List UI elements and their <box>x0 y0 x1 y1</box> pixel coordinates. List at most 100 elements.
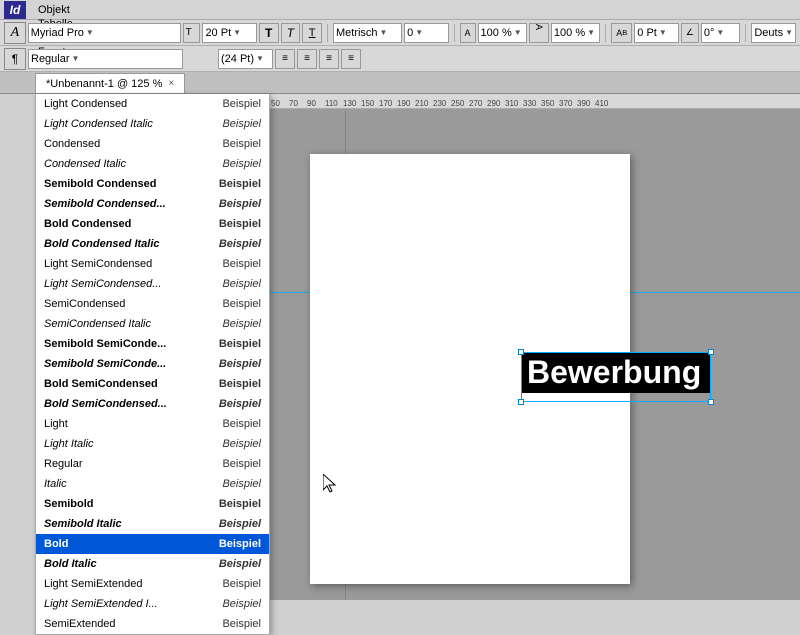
font-list-item-sample: Beispiel <box>201 198 261 210</box>
font-size-dropdown[interactable]: 20 Pt ▼ <box>202 23 256 43</box>
size2-dropdown[interactable]: (24 Pt) ▼ <box>218 49 273 69</box>
font-list-item[interactable]: Semibold CondensedBeispiel <box>36 174 269 194</box>
canvas-area[interactable]: 3050709011013015017019021023025027029031… <box>235 94 800 600</box>
menu-bar: Id DateiBearbeitenLayoutSchriftObjektTab… <box>0 0 800 20</box>
font-list-item[interactable]: Semibold SemiConde...Beispiel <box>36 334 269 354</box>
font-list-item[interactable]: RegularBeispiel <box>36 454 269 474</box>
handle-tl[interactable] <box>518 349 524 355</box>
angle-arrow: ▼ <box>716 28 724 37</box>
paragraph-tool-icon[interactable]: ¶ <box>4 48 26 70</box>
font-list-item-name: Light Condensed Italic <box>44 118 201 130</box>
font-list-item-sample: Beispiel <box>201 118 261 130</box>
text-frame-border <box>521 352 711 402</box>
scale2-dropdown[interactable]: 100 % ▼ <box>551 23 600 43</box>
scale-a-icon[interactable]: A <box>460 23 476 43</box>
lang-value: Deuts <box>754 27 783 39</box>
style-btn-2[interactable]: T <box>281 23 301 43</box>
font-list-item[interactable]: SemiboldBeispiel <box>36 494 269 514</box>
align-justify-btn[interactable]: ≡ <box>341 49 361 69</box>
font-list-item[interactable]: Condensed ItalicBeispiel <box>36 154 269 174</box>
menu-item-objekt[interactable]: Objekt <box>32 3 97 17</box>
font-list-item[interactable]: CondensedBeispiel <box>36 134 269 154</box>
font-list-item[interactable]: Semibold Condensed...Beispiel <box>36 194 269 214</box>
font-list-item[interactable]: Light SemiExtended I...Beispiel <box>36 594 269 614</box>
tab-close-btn[interactable]: × <box>168 78 174 89</box>
handle-tr[interactable] <box>708 349 714 355</box>
font-list-item[interactable]: SemiCondensedBeispiel <box>36 294 269 314</box>
font-list-item-name: Semibold <box>44 498 201 510</box>
font-list-item[interactable]: Bold ItalicBeispiel <box>36 554 269 574</box>
kern-value: 0 <box>407 27 413 39</box>
font-list-item[interactable]: Bold SemiCondensed...Beispiel <box>36 394 269 414</box>
toolbar-row-2: ¶ Regular ▼ (24 Pt) ▼ ≡ ≡ ≡ ≡ <box>0 46 800 72</box>
font-name-dropdown[interactable]: Myriad Pro ▼ <box>28 23 181 43</box>
font-list-item[interactable]: Light Condensed ItalicBeispiel <box>36 114 269 134</box>
font-list-item[interactable]: Light ItalicBeispiel <box>36 434 269 454</box>
angle-icon[interactable]: ∠ <box>681 23 699 43</box>
font-list-item[interactable]: Bold CondensedBeispiel <box>36 214 269 234</box>
text-frame[interactable]: Bewerbung <box>521 352 711 402</box>
font-list-item-name: Light SemiCondensed <box>44 258 201 270</box>
font-list-item-name: Light <box>44 418 201 430</box>
handle-br[interactable] <box>708 399 714 405</box>
align-center-btn[interactable]: ≡ <box>297 49 317 69</box>
baseline-value: 0 Pt <box>637 27 657 39</box>
tab-title: *Unbenannt-1 @ 125 % <box>46 78 162 90</box>
font-list-item-name: Italic <box>44 478 201 490</box>
baseline-dropdown[interactable]: 0 Pt ▼ <box>634 23 678 43</box>
font-list-item-sample: Beispiel <box>201 498 261 510</box>
font-list-item-name: Light SemiCondensed... <box>44 278 201 290</box>
font-list-item[interactable]: Light CondensedBeispiel <box>36 94 269 114</box>
font-list-item-sample: Beispiel <box>201 438 261 450</box>
font-list-item[interactable]: ItalicBeispiel <box>36 474 269 494</box>
tab-bar: *Unbenannt-1 @ 125 % × <box>0 72 800 94</box>
handle-bl[interactable] <box>518 399 524 405</box>
document-tab[interactable]: *Unbenannt-1 @ 125 % × <box>35 73 185 93</box>
metrics-dropdown[interactable]: Metrisch ▼ <box>333 23 402 43</box>
font-list-item[interactable]: SemiExtendedBeispiel <box>36 614 269 634</box>
angle-value: 0° <box>704 27 715 39</box>
font-list-item[interactable]: Light SemiCondensedBeispiel <box>36 254 269 274</box>
font-list-item[interactable]: Semibold ItalicBeispiel <box>36 514 269 534</box>
font-list-item[interactable]: Light SemiCondensed...Beispiel <box>36 274 269 294</box>
font-list-item[interactable]: Bold SemiCondensedBeispiel <box>36 374 269 394</box>
style-value: Regular <box>31 53 70 65</box>
scale1-dropdown[interactable]: 100 % ▼ <box>478 23 527 43</box>
style-dropdown[interactable]: Regular ▼ <box>28 49 183 69</box>
style-btn-1[interactable]: T <box>259 23 279 43</box>
lang-arrow: ▼ <box>785 28 793 37</box>
character-tool-icon[interactable]: A <box>4 22 26 44</box>
baseline-icon[interactable]: AB <box>611 23 632 43</box>
style-btn-3[interactable]: T <box>302 23 322 43</box>
font-list-item[interactable]: SemiCondensed ItalicBeispiel <box>36 314 269 334</box>
style-arrow: ▼ <box>72 54 80 63</box>
font-list-item-sample: Beispiel <box>201 278 261 290</box>
align-right-btn[interactable]: ≡ <box>319 49 339 69</box>
font-list-item-sample: Beispiel <box>201 358 261 370</box>
font-list-item[interactable]: Bold Condensed ItalicBeispiel <box>36 234 269 254</box>
font-list-item-sample: Beispiel <box>201 238 261 250</box>
font-list-item[interactable]: Semibold SemiConde...Beispiel <box>36 354 269 374</box>
font-list-item-name: Condensed Italic <box>44 158 201 170</box>
font-list-item[interactable]: LightBeispiel <box>36 414 269 434</box>
font-list-item-sample: Beispiel <box>201 558 261 570</box>
sep2 <box>454 24 455 42</box>
kern-arrow: ▼ <box>415 28 423 37</box>
ruler-horizontal: 3050709011013015017019021023025027029031… <box>235 94 800 109</box>
font-list-item-name: Semibold Condensed... <box>44 198 201 210</box>
kern-dropdown[interactable]: 0 ▼ <box>404 23 448 43</box>
font-list-item-sample: Beispiel <box>201 158 261 170</box>
scale-b-icon[interactable]: A <box>529 23 549 43</box>
font-list-item-name: Bold Italic <box>44 558 201 570</box>
align-left-btn[interactable]: ≡ <box>275 49 295 69</box>
font-list-item[interactable]: BoldBeispiel <box>36 534 269 554</box>
sep1 <box>327 24 328 42</box>
font-list-item-name: Light SemiExtended <box>44 578 201 590</box>
toolbar-row-1: A Myriad Pro ▼ T 20 Pt ▼ T T T Metrisch … <box>0 20 800 46</box>
lang-dropdown[interactable]: Deuts ▼ <box>751 23 796 43</box>
font-list-item[interactable]: Light SemiExtendedBeispiel <box>36 574 269 594</box>
angle-dropdown[interactable]: 0° ▼ <box>701 23 741 43</box>
font-icon-btn[interactable]: T <box>183 23 201 43</box>
font-list-item-sample: Beispiel <box>201 478 261 490</box>
font-list-item-sample: Beispiel <box>201 138 261 150</box>
